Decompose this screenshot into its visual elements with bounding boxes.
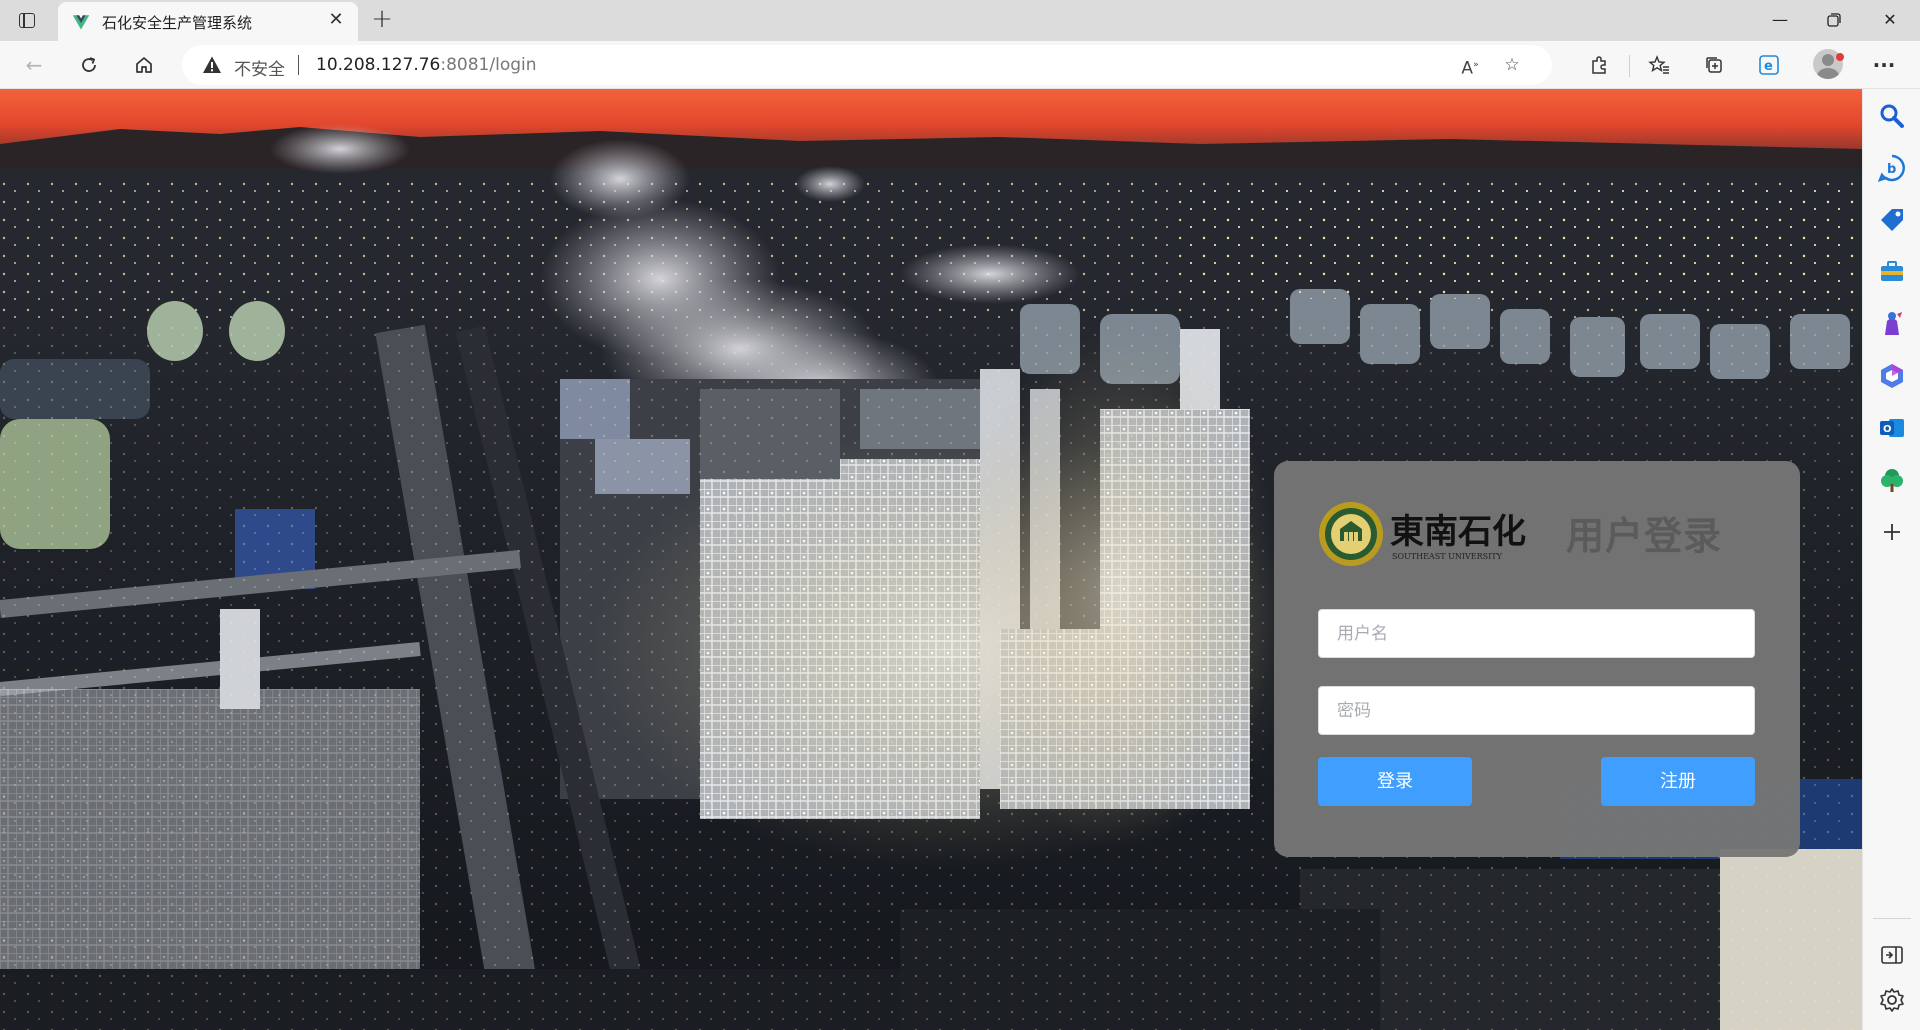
shopping-tag-icon[interactable] — [1877, 205, 1907, 235]
page-viewport: 東南石化 SOUTHEAST UNIVERSITY 用户登录 登录 注册 — [0, 89, 1862, 1030]
add-favorite-icon[interactable]: ☆ — [1498, 51, 1526, 79]
login-card: 東南石化 SOUTHEAST UNIVERSITY 用户登录 登录 注册 — [1274, 461, 1800, 857]
browser-toolbar: ← 不安全 10.208.127.76:8081/login A» ☆ e ··… — [0, 41, 1920, 89]
vue-logo-icon — [72, 15, 90, 30]
hide-sidebar-icon[interactable] — [1877, 940, 1907, 970]
window-close-icon[interactable]: ✕ — [1862, 0, 1918, 41]
back-icon[interactable]: ← — [17, 49, 51, 81]
address-bar[interactable]: 不安全 10.208.127.76:8081/login A» ☆ — [182, 45, 1552, 85]
edge-e-icon[interactable]: e — [1752, 49, 1786, 81]
edge-sidebar: b O — [1862, 89, 1920, 1030]
toolbar-divider — [1629, 55, 1630, 77]
tab-close-icon[interactable]: ✕ — [326, 10, 346, 30]
password-input[interactable] — [1318, 686, 1755, 735]
collections-icon[interactable] — [1697, 49, 1731, 81]
security-label[interactable]: 不安全 — [234, 55, 285, 80]
minimize-icon[interactable]: — — [1752, 0, 1808, 41]
login-title: 用户登录 — [1566, 514, 1723, 558]
tree-icon[interactable] — [1877, 465, 1907, 495]
login-button[interactable]: 登录 — [1318, 757, 1472, 806]
read-aloud-icon[interactable]: A» — [1456, 51, 1484, 79]
browser-tab-active[interactable]: 石化安全生产管理系统 ✕ — [58, 2, 358, 41]
logo-brand-text: 東南石化 — [1390, 512, 1526, 552]
tools-briefcase-icon[interactable] — [1877, 257, 1907, 287]
office-icon[interactable] — [1877, 361, 1907, 391]
games-icon[interactable] — [1877, 309, 1907, 339]
more-icon[interactable]: ··· — [1867, 49, 1901, 81]
username-input[interactable] — [1318, 609, 1755, 658]
new-tab-button[interactable]: + — [368, 6, 396, 34]
url-host: 10.208.127.76 — [316, 55, 441, 75]
settings-icon[interactable] — [1877, 985, 1907, 1015]
sidebar-divider — [1873, 918, 1911, 919]
svg-text:b: b — [1887, 162, 1896, 177]
logo-subtitle: SOUTHEAST UNIVERSITY — [1392, 552, 1503, 561]
outlook-icon[interactable]: O — [1877, 413, 1907, 443]
tab-strip: 石化安全生产管理系统 ✕ + — ✕ — [0, 0, 1920, 41]
svg-text:e: e — [1764, 59, 1773, 74]
refresh-icon[interactable] — [72, 49, 106, 81]
tab-title: 石化安全生产管理系统 — [102, 14, 253, 32]
search-icon[interactable] — [1877, 101, 1907, 131]
url-path: :8081/login — [440, 55, 537, 75]
home-icon[interactable] — [127, 49, 161, 81]
register-button[interactable]: 注册 — [1601, 757, 1755, 806]
divider — [298, 55, 299, 75]
favorites-icon[interactable] — [1642, 49, 1676, 81]
bing-chat-icon[interactable]: b — [1877, 153, 1907, 183]
tab-actions-icon[interactable] — [16, 10, 38, 32]
restore-icon[interactable] — [1806, 0, 1862, 41]
extensions-icon[interactable] — [1582, 49, 1616, 81]
svg-text:O: O — [1883, 424, 1892, 435]
profile-notification-dot — [1836, 53, 1844, 61]
university-logo: 東南石化 SOUTHEAST UNIVERSITY — [1319, 502, 1526, 566]
url-text[interactable]: 10.208.127.76:8081/login — [316, 55, 537, 75]
add-icon[interactable] — [1877, 517, 1907, 547]
warning-icon[interactable] — [202, 55, 222, 75]
